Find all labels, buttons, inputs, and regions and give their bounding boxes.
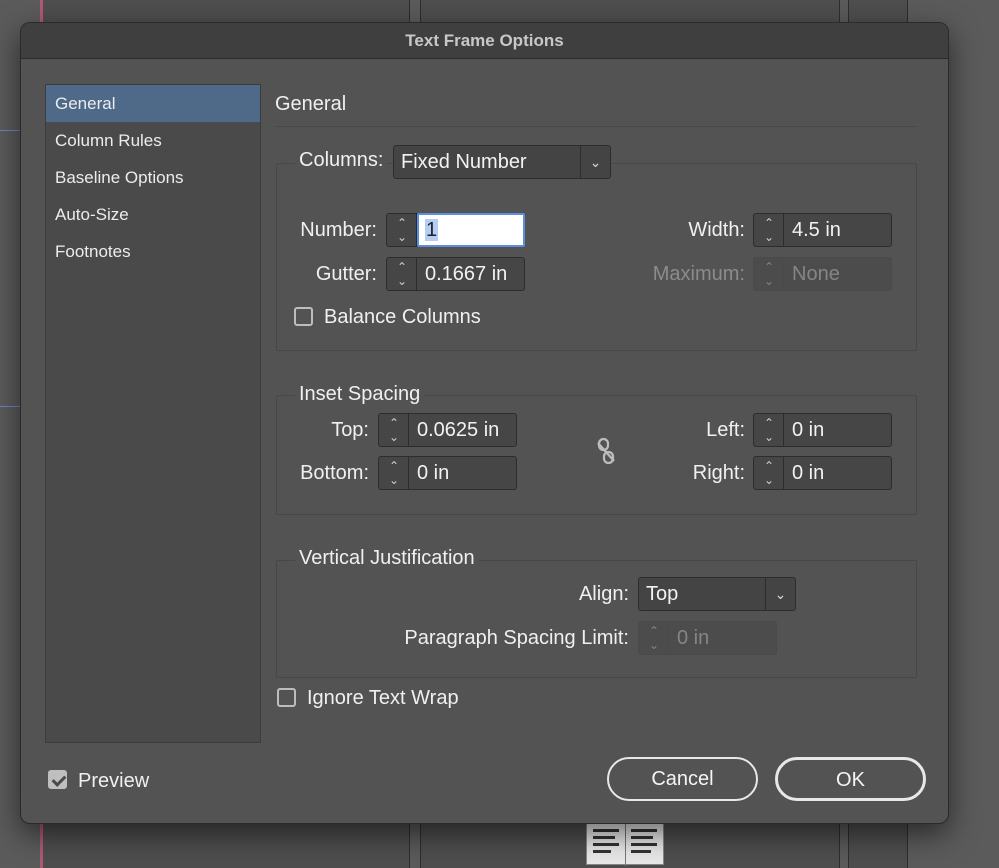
guide-line — [0, 406, 22, 407]
inset-left-input[interactable]: 0 in — [784, 414, 891, 446]
number-input[interactable]: 1 — [417, 213, 525, 247]
align-select[interactable]: Top ⌄ — [638, 577, 796, 611]
inset-right-label: Right: — [692, 462, 745, 484]
sidebar-item-column-rules[interactable]: Column Rules — [46, 122, 260, 159]
gutter-input[interactable]: 0.1667 in — [417, 258, 524, 290]
stepper-arrows-icon[interactable]: ⌃ ⌄ — [387, 258, 417, 290]
preview-label: Preview — [78, 770, 150, 792]
ignore-text-wrap-checkbox[interactable] — [277, 688, 296, 707]
width-label: Width: — [688, 219, 745, 241]
balance-columns-label: Balance Columns — [324, 306, 481, 328]
stepper-arrows-icon[interactable]: ⌃ ⌄ — [754, 457, 784, 489]
inset-left-label: Left: — [706, 419, 745, 441]
inset-right-stepper[interactable]: ⌃ ⌄ 0 in — [753, 456, 892, 490]
inset-top-label: Top: — [331, 419, 369, 441]
gutter-label: Gutter: — [315, 263, 377, 285]
maximum-label: Maximum: — [652, 263, 745, 285]
stepper-arrows-icon[interactable]: ⌃ ⌄ — [379, 414, 409, 446]
width-input[interactable]: 4.5 in — [784, 214, 891, 246]
stepper-arrows-icon[interactable]: ⌃ ⌄ — [387, 214, 417, 246]
sidebar-item-baseline-options[interactable]: Baseline Options — [46, 159, 260, 196]
columns-type-value: Fixed Number — [401, 151, 527, 173]
stepper-arrows-icon[interactable]: ⌃ ⌄ — [754, 414, 784, 446]
paragraph-spacing-limit-stepper: ⌃ ⌄ 0 in — [638, 621, 777, 655]
guide-line — [0, 130, 22, 131]
inset-bottom-stepper[interactable]: ⌃ ⌄ 0 in — [378, 456, 517, 490]
sidebar-item-general[interactable]: General — [46, 85, 260, 122]
inset-top-stepper[interactable]: ⌃ ⌄ 0.0625 in — [378, 413, 517, 447]
dialog-title: Text Frame Options — [21, 23, 948, 59]
stepper-arrows-icon[interactable]: ⌃ ⌄ — [379, 457, 409, 489]
gutter-stepper[interactable]: ⌃ ⌄ 0.1667 in — [386, 257, 525, 291]
vertical-justification-group — [276, 560, 917, 678]
number-stepper[interactable]: ⌃ ⌄ 1 — [386, 213, 525, 247]
number-label: Number: — [300, 219, 377, 241]
chevron-down-icon[interactable]: ⌄ — [580, 146, 610, 178]
paragraph-spacing-limit-input: 0 in — [677, 627, 710, 649]
category-sidebar: General Column Rules Baseline Options Au… — [45, 84, 261, 743]
broken-chain-icon[interactable] — [595, 437, 617, 465]
align-label: Align: — [578, 583, 629, 605]
ok-button[interactable]: OK — [775, 757, 926, 801]
cancel-button[interactable]: Cancel — [607, 757, 758, 801]
columns-type-select[interactable]: Fixed Number ⌄ — [393, 145, 611, 179]
paragraph-spacing-limit-label: Paragraph Spacing Limit: — [404, 627, 629, 649]
ignore-text-wrap-label: Ignore Text Wrap — [307, 687, 459, 709]
inset-top-input[interactable]: 0.0625 in — [409, 414, 516, 446]
inset-bottom-input[interactable]: 0 in — [409, 457, 516, 489]
inset-right-input[interactable]: 0 in — [784, 457, 891, 489]
maximum-stepper: ⌃ ⌄ None — [753, 257, 892, 291]
stepper-arrows-icon[interactable]: ⌃ ⌄ — [754, 214, 784, 246]
inset-spacing-title: Inset Spacing — [295, 383, 425, 406]
stepper-arrows-icon: ⌃ ⌄ — [754, 258, 784, 290]
text-frame-options-dialog: Text Frame Options General Column Rules … — [20, 22, 949, 824]
inset-bottom-label: Bottom: — [300, 462, 369, 484]
inset-left-stepper[interactable]: ⌃ ⌄ 0 in — [753, 413, 892, 447]
section-title: General — [275, 93, 347, 115]
maximum-input: None — [792, 263, 840, 285]
columns-label: Columns: — [295, 149, 388, 172]
preview-checkbox[interactable] — [48, 770, 67, 789]
align-value: Top — [646, 583, 679, 605]
sidebar-item-auto-size[interactable]: Auto-Size — [46, 196, 260, 233]
stepper-arrows-icon: ⌃ ⌄ — [639, 622, 669, 654]
sidebar-item-footnotes[interactable]: Footnotes — [46, 233, 260, 270]
page-thumbnail — [586, 823, 664, 866]
vertical-justification-title: Vertical Justification — [295, 547, 479, 570]
chevron-down-icon[interactable]: ⌄ — [765, 578, 795, 610]
width-stepper[interactable]: ⌃ ⌄ 4.5 in — [753, 213, 892, 247]
section-divider — [275, 126, 917, 127]
balance-columns-checkbox[interactable] — [294, 307, 313, 326]
